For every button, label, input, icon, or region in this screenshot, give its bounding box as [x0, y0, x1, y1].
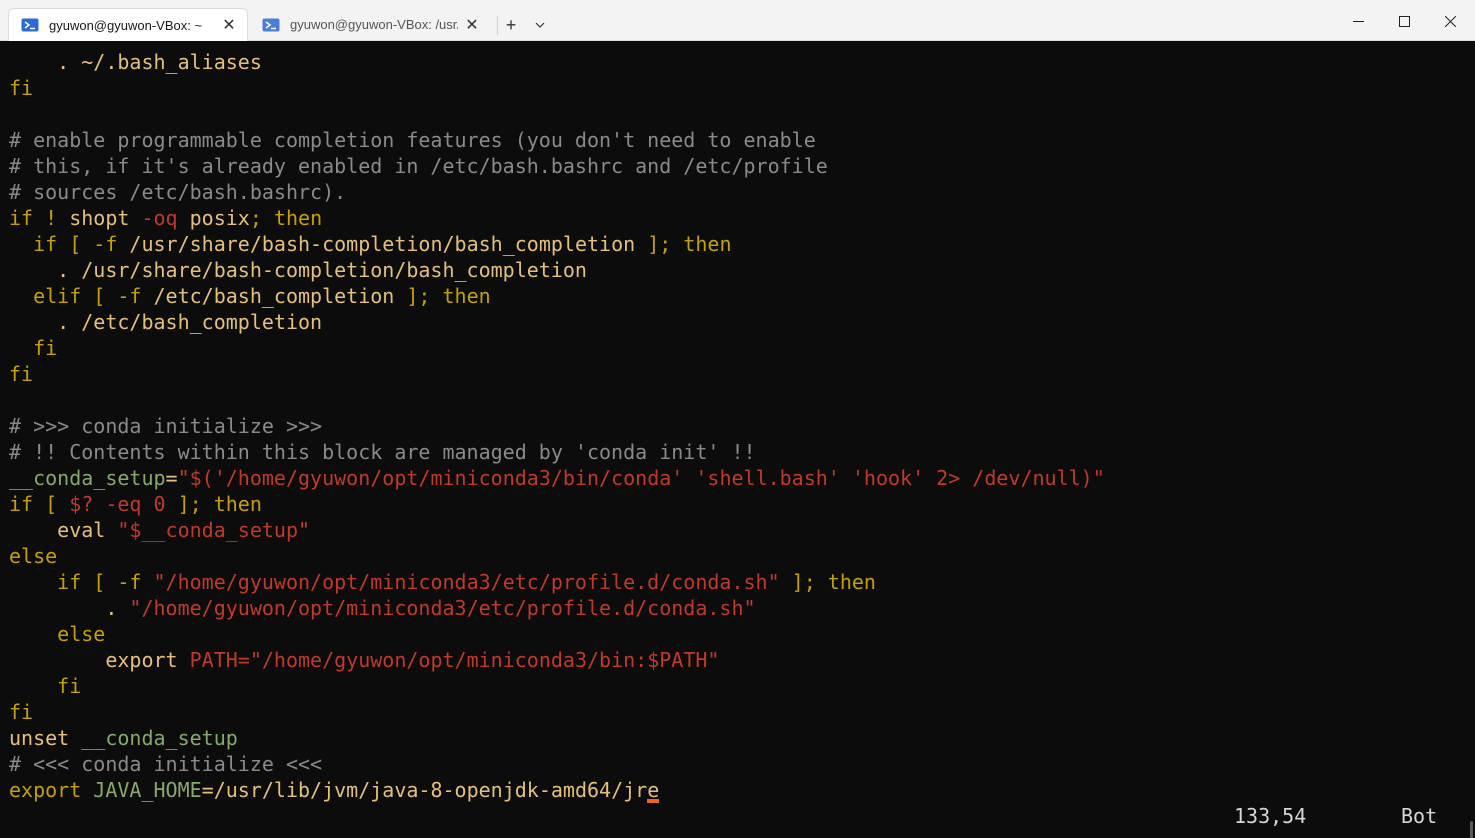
code-token: ]; then — [165, 492, 262, 516]
code-token: =/usr/lib/jvm/java-8-openjdk-amd64/jr — [201, 778, 648, 802]
code-token: posix — [189, 206, 250, 230]
terminal-line: if [ -f "/home/gyuwon/opt/miniconda3/etc… — [9, 569, 1475, 595]
terminal-line: # this, if it's already enabled in /etc/… — [9, 153, 1475, 179]
terminal-line: # sources /etc/bash.bashrc). — [9, 179, 1475, 205]
terminal-line: . "/home/gyuwon/opt/miniconda3/etc/profi… — [9, 595, 1475, 621]
terminal-icon — [262, 18, 280, 31]
vim-status-line: 133,54 Bot — [0, 803, 1475, 829]
code-token: # sources /etc/bash.bashrc). — [9, 180, 347, 204]
code-token: ]; then — [394, 284, 491, 308]
code-token: # this, if it's already enabled in /etc/… — [9, 154, 828, 178]
terminal-line: fi — [9, 361, 1475, 387]
code-token: else — [9, 622, 106, 646]
tab-title: gyuwon@gyuwon-VBox: /usr/l — [290, 17, 458, 32]
minimize-button[interactable] — [1338, 6, 1378, 36]
code-token: . /usr/share/bash-completion/bash_comple… — [9, 258, 587, 282]
terminal-icon — [21, 18, 39, 32]
terminal-line: else — [9, 543, 1475, 569]
terminal-line: if [ $? -eq 0 ]; then — [9, 491, 1475, 517]
code-token: . — [9, 596, 130, 620]
cursor-position: 133,54 — [1234, 804, 1307, 828]
code-token: # enable programmable completion feature… — [9, 128, 816, 152]
terminal-line: . ~/.bash_aliases — [9, 49, 1475, 75]
tab-title: gyuwon@gyuwon-VBox: ~ — [49, 17, 203, 33]
code-token: ]; then — [779, 570, 876, 594]
terminal-line: fi — [9, 673, 1475, 699]
code-token: export — [9, 778, 94, 802]
code-token: "/home/gyuwon/opt/miniconda3/etc/profile… — [153, 570, 780, 594]
code-token: /etc/bash_completion — [153, 284, 395, 308]
code-token: /usr/share/bash-completion/bash_completi… — [129, 232, 636, 256]
terminal-line: export PATH="/home/gyuwon/opt/miniconda3… — [9, 647, 1475, 673]
new-tab-button[interactable]: + — [500, 13, 522, 37]
code-token: PATH= — [189, 648, 250, 672]
terminal-line: fi — [9, 699, 1475, 725]
terminal-line: fi — [9, 75, 1475, 101]
code-token: fi — [9, 76, 34, 100]
code-token: elif [ -f — [9, 284, 154, 308]
terminal-line: # enable programmable completion feature… — [9, 127, 1475, 153]
close-icon[interactable]: ✕ — [215, 13, 243, 37]
scrollbar[interactable] — [1470, 821, 1473, 838]
close-icon[interactable]: ✕ — [458, 13, 486, 37]
tab-home[interactable]: gyuwon@gyuwon-VBox: ~ ✕ — [8, 8, 248, 41]
title-bar: gyuwon@gyuwon-VBox: ~ ✕ gyuwon@gyuwon-VB… — [0, 0, 1475, 41]
scroll-indicator: Bot — [1401, 804, 1438, 828]
terminal-buffer: . ~/.bash_aliases fi # enable programmable… — [9, 49, 1475, 803]
code-token: # >>> conda initialize >>> — [9, 414, 323, 438]
terminal-line: . /usr/share/bash-completion/bash_comple… — [9, 257, 1475, 283]
code-token: # !! Contents within this block are mana… — [9, 440, 756, 464]
code-token: fi — [9, 362, 34, 386]
terminal-pane[interactable]: . ~/.bash_aliases fi # enable programmable… — [0, 41, 1475, 838]
tab-usr[interactable]: gyuwon@gyuwon-VBox: /usr/l ✕ — [250, 8, 490, 41]
code-token: "$('/home/gyuwon/opt/miniconda3/bin/cond… — [177, 466, 1105, 490]
chevron-down-icon[interactable] — [530, 13, 550, 37]
code-token: . ~/.bash_aliases — [9, 50, 262, 74]
terminal-line: # !! Contents within this block are mana… — [9, 439, 1475, 465]
terminal-line: __conda_setup="$('/home/gyuwon/opt/minic… — [9, 465, 1475, 491]
terminal-line: if ! shopt -oq posix; then — [9, 205, 1475, 231]
code-token: shopt — [69, 206, 142, 230]
code-token: ]; then — [635, 232, 732, 256]
code-token: else — [9, 544, 58, 568]
code-token: __conda_setup — [81, 726, 238, 750]
close-window-button[interactable] — [1430, 6, 1470, 36]
terminal-line: elif [ -f /etc/bash_completion ]; then — [9, 283, 1475, 309]
terminal-line: . /etc/bash_completion — [9, 309, 1475, 335]
code-token: "/home/gyuwon/opt/miniconda3/etc/profile… — [129, 596, 756, 620]
code-token: fi — [9, 700, 34, 724]
terminal-line: fi — [9, 335, 1475, 361]
tab-divider — [497, 16, 498, 34]
code-token: = — [165, 466, 178, 490]
code-token: "/home/gyuwon/opt/miniconda3/bin:$PATH" — [249, 648, 720, 672]
maximize-button[interactable] — [1384, 6, 1424, 36]
code-token: "$__conda_setup" — [117, 518, 311, 542]
code-token: # <<< conda initialize <<< — [9, 752, 323, 776]
terminal-line: # >>> conda initialize >>> — [9, 413, 1475, 439]
terminal-line: export JAVA_HOME=/usr/lib/jvm/java-8-ope… — [9, 777, 1475, 803]
code-token: fi — [9, 674, 82, 698]
terminal-line: unset __conda_setup — [9, 725, 1475, 751]
code-token: if [ — [9, 492, 70, 516]
code-token: if ! — [9, 206, 70, 230]
code-token: eval — [9, 518, 118, 542]
terminal-line: if [ -f /usr/share/bash-completion/bash_… — [9, 231, 1475, 257]
code-token: if [ -f — [9, 570, 154, 594]
code-token: ; then — [249, 206, 323, 230]
code-token: -oq — [141, 206, 190, 230]
code-token: export — [9, 648, 190, 672]
code-token: if [ -f — [9, 232, 130, 256]
terminal-line: eval "$__conda_setup" — [9, 517, 1475, 543]
terminal-line: else — [9, 621, 1475, 647]
code-token: $? -eq 0 — [69, 492, 166, 516]
code-token: JAVA_HOME — [93, 778, 202, 802]
code-token: fi — [9, 336, 58, 360]
code-token: . /etc/bash_completion — [9, 310, 323, 334]
code-token: __conda_setup — [9, 466, 166, 490]
terminal-line: # <<< conda initialize <<< — [9, 751, 1475, 777]
cursor-char: e — [647, 778, 660, 803]
code-token: unset — [9, 726, 82, 750]
